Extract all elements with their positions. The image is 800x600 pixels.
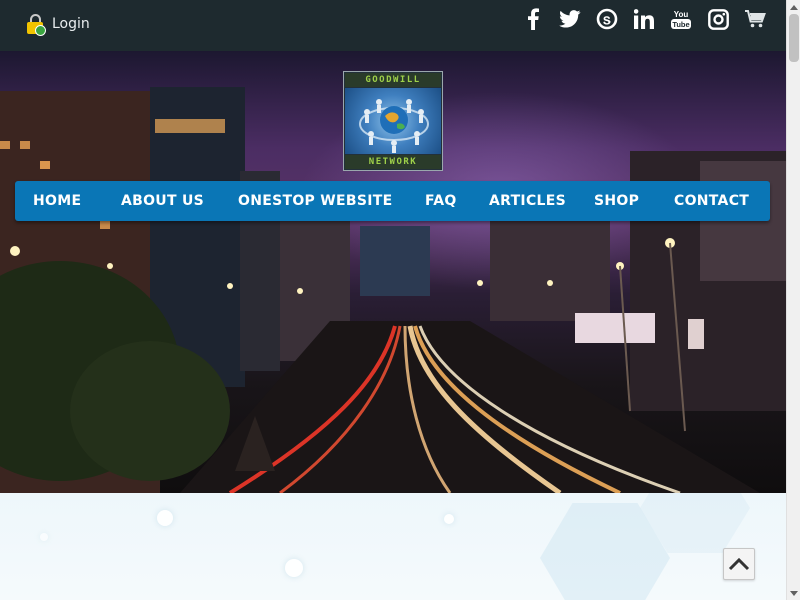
bubble-decoration <box>40 533 48 541</box>
scroll-down-arrow-icon[interactable] <box>787 586 800 600</box>
chevron-up-icon <box>728 557 750 571</box>
facebook-icon[interactable] <box>522 8 544 30</box>
twitter-icon[interactable] <box>559 8 581 30</box>
login-label: Login <box>52 16 90 32</box>
main-nav: HOME ABOUT US ONESTOP WEBSITE FAQ ARTICL… <box>15 181 770 221</box>
cart-icon[interactable] <box>744 8 766 30</box>
nav-articles[interactable]: ARTICLES <box>489 181 566 221</box>
nav-about-us[interactable]: ABOUT US <box>121 181 204 221</box>
login-link[interactable]: Login <box>26 10 90 38</box>
svg-text:You: You <box>674 10 689 19</box>
linkedin-icon[interactable] <box>633 8 655 30</box>
bubble-decoration <box>285 559 303 577</box>
logo-top-text: GOODWILL <box>345 73 441 87</box>
lock-icon <box>26 14 46 36</box>
youtube-icon[interactable]: You Tube <box>670 8 692 30</box>
nav-contact[interactable]: CONTACT <box>674 181 749 221</box>
top-bar: Login You Tube <box>0 0 786 51</box>
instagram-icon[interactable] <box>707 8 729 30</box>
nav-faq[interactable]: FAQ <box>425 181 457 221</box>
logo-bottom-text: NETWORK <box>345 155 441 169</box>
globe-people-icon <box>345 88 441 154</box>
scrollbar[interactable] <box>786 0 800 600</box>
svg-text:Tube: Tube <box>672 20 689 29</box>
content-area <box>0 493 786 600</box>
nav-home[interactable]: HOME <box>33 181 81 221</box>
hero-banner: GOODWILL NETWORK HOME ABOUT US ONESTOP W… <box>0 51 786 493</box>
scrollbar-thumb[interactable] <box>789 14 799 62</box>
page: Login You Tube GOODWILL NETWORK HOME ABO… <box>0 0 800 600</box>
bubble-decoration <box>157 510 173 526</box>
bubble-decoration <box>444 514 454 524</box>
back-to-top-button[interactable] <box>723 548 755 580</box>
nav-shop[interactable]: SHOP <box>594 181 639 221</box>
site-logo[interactable]: GOODWILL NETWORK <box>343 71 443 171</box>
nav-onestop-website[interactable]: ONESTOP WEBSITE <box>238 181 392 221</box>
social-links: You Tube <box>522 8 766 30</box>
skype-icon[interactable] <box>596 8 618 30</box>
scroll-up-arrow-icon[interactable] <box>787 0 800 14</box>
